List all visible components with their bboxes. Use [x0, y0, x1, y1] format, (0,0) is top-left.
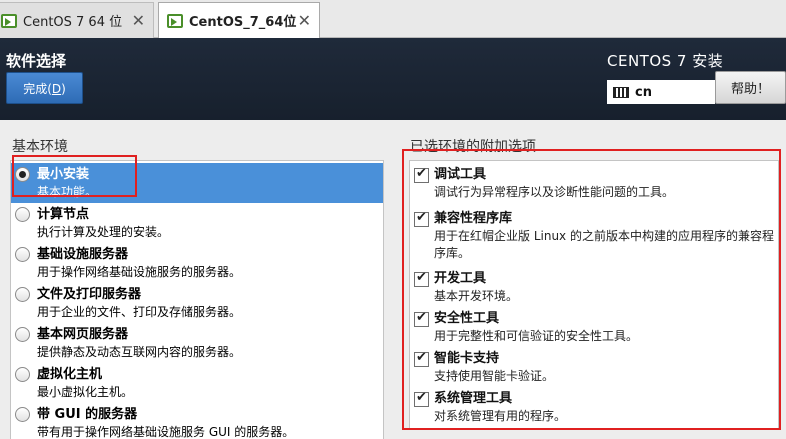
env-item-compute-node[interactable]: 计算节点 执行计算及处理的安装。 [11, 203, 383, 243]
keyboard-layout-indicator[interactable]: cn [607, 80, 715, 104]
keyboard-layout-label: cn [635, 84, 652, 100]
tab-label: CentOS 7 64 位 [23, 15, 123, 30]
radio-icon[interactable] [15, 407, 30, 422]
vm-icon [167, 13, 183, 28]
base-environment-heading: 基本环境 [12, 139, 68, 155]
env-item-server-gui[interactable]: 带 GUI 的服务器 带有用于操作网络基础设施服务 GUI 的服务器。 [11, 403, 383, 439]
env-name: 带 GUI 的服务器 [37, 407, 138, 422]
env-item-virtualization-host[interactable]: 虚拟化主机 最小虚拟化主机。 [11, 363, 383, 403]
radio-icon[interactable] [15, 287, 30, 302]
addon-desc: 支持使用智能卡验证。 [434, 369, 555, 383]
tab-centos-7-64[interactable]: CentOS 7 64 位 ✕ [0, 2, 154, 38]
env-name: 基本网页服务器 [37, 327, 129, 342]
done-accel: D [51, 81, 62, 96]
tab-centos-7-64-active[interactable]: CentOS_7_64位 ✕ [158, 2, 320, 39]
addon-item-security-tools[interactable]: 安全性工具 用于完整性和可信验证的安全性工具。 [410, 307, 778, 345]
env-item-minimal[interactable]: 最小安装 基本功能。 [11, 163, 383, 203]
checkbox-checked-icon[interactable] [414, 166, 429, 183]
env-desc: 基本功能。 [37, 185, 98, 199]
addons-list[interactable]: 调试工具 调试行为异常程序以及诊断性能问题的工具。 兼容性程序库 用于在红帽企业… [409, 160, 779, 429]
radio-icon[interactable] [15, 367, 30, 382]
env-name: 虚拟化主机 [37, 367, 103, 382]
addon-desc: 用于完整性和可信验证的安全性工具。 [434, 329, 639, 343]
addon-name: 安全性工具 [434, 311, 500, 326]
addon-item-debug-tools[interactable]: 调试工具 调试行为异常程序以及诊断性能问题的工具。 [410, 163, 778, 201]
addon-name: 智能卡支持 [434, 351, 500, 366]
base-environment-list[interactable]: 最小安装 基本功能。 计算节点 执行计算及处理的安装。 基础设施服务器 用于操作… [10, 160, 384, 439]
vm-tab-strip: CentOS 7 64 位 ✕ CentOS_7_64位 ✕ [0, 0, 786, 39]
radio-selected-icon[interactable] [15, 167, 30, 182]
checkbox-checked-icon[interactable] [414, 310, 429, 327]
help-button[interactable]: 帮助！ [715, 71, 786, 104]
addon-desc: 用于在红帽企业版 Linux 的之前版本中构建的应用程序的兼容程序库。 [434, 229, 774, 260]
addon-name: 开发工具 [434, 271, 487, 286]
done-close: ) [61, 81, 66, 96]
env-desc: 带有用于操作网络基础设施服务 GUI 的服务器。 [37, 425, 295, 439]
addon-item-smart-card[interactable]: 智能卡支持 支持使用智能卡验证。 [410, 347, 778, 385]
env-name: 计算节点 [37, 207, 90, 222]
checkbox-checked-icon[interactable] [414, 350, 429, 367]
addon-desc: 基本开发环境。 [434, 289, 519, 303]
done-button[interactable]: 完成(D) [6, 72, 83, 104]
product-title: CENTOS 7 安装 [607, 52, 724, 70]
radio-icon[interactable] [15, 327, 30, 342]
page-title: 软件选择 [6, 52, 67, 70]
env-desc: 最小虚拟化主机。 [37, 385, 134, 399]
checkbox-checked-icon[interactable] [414, 390, 429, 407]
addon-name: 调试工具 [434, 167, 487, 182]
vm-icon [1, 13, 17, 28]
radio-icon[interactable] [15, 247, 30, 262]
addon-name: 兼容性程序库 [434, 211, 513, 226]
addon-item-development-tools[interactable]: 开发工具 基本开发环境。 [410, 267, 778, 305]
env-name: 文件及打印服务器 [37, 287, 142, 302]
addon-desc: 对系统管理有用的程序。 [434, 409, 567, 423]
done-button-label: 完成(D) [23, 80, 66, 97]
addon-item-system-admin-tools[interactable]: 系统管理工具 对系统管理有用的程序。 [410, 387, 778, 425]
addon-item-compat-libraries[interactable]: 兼容性程序库 用于在红帽企业版 Linux 的之前版本中构建的应用程序的兼容程序… [410, 207, 778, 262]
addons-heading: 已选环境的附加选项 [410, 139, 536, 155]
env-desc: 用于企业的文件、打印及存储服务器。 [37, 305, 242, 319]
done-text: 完成( [23, 81, 52, 96]
env-item-file-print-server[interactable]: 文件及打印服务器 用于企业的文件、打印及存储服务器。 [11, 283, 383, 323]
keyboard-icon [613, 86, 629, 98]
radio-icon[interactable] [15, 207, 30, 222]
env-desc: 用于操作网络基础设施服务的服务器。 [37, 265, 242, 279]
close-icon[interactable]: ✕ [132, 11, 145, 30]
installer-header: 软件选择 完成(D) CENTOS 7 安装 cn 帮助！ [0, 38, 786, 120]
addon-desc: 调试行为异常程序以及诊断性能问题的工具。 [434, 185, 675, 199]
env-name: 最小安装 [37, 167, 90, 182]
env-desc: 提供静态及动态互联网内容的服务器。 [37, 345, 242, 359]
env-item-web-server[interactable]: 基本网页服务器 提供静态及动态互联网内容的服务器。 [11, 323, 383, 363]
addon-name: 系统管理工具 [434, 391, 513, 406]
tab-label: CentOS_7_64位 [189, 15, 297, 30]
env-desc: 执行计算及处理的安装。 [37, 225, 170, 239]
close-icon[interactable]: ✕ [298, 11, 311, 30]
env-item-infrastructure-server[interactable]: 基础设施服务器 用于操作网络基础设施服务的服务器。 [11, 243, 383, 283]
checkbox-checked-icon[interactable] [414, 210, 429, 227]
checkbox-checked-icon[interactable] [414, 270, 429, 287]
env-name: 基础设施服务器 [37, 247, 129, 262]
